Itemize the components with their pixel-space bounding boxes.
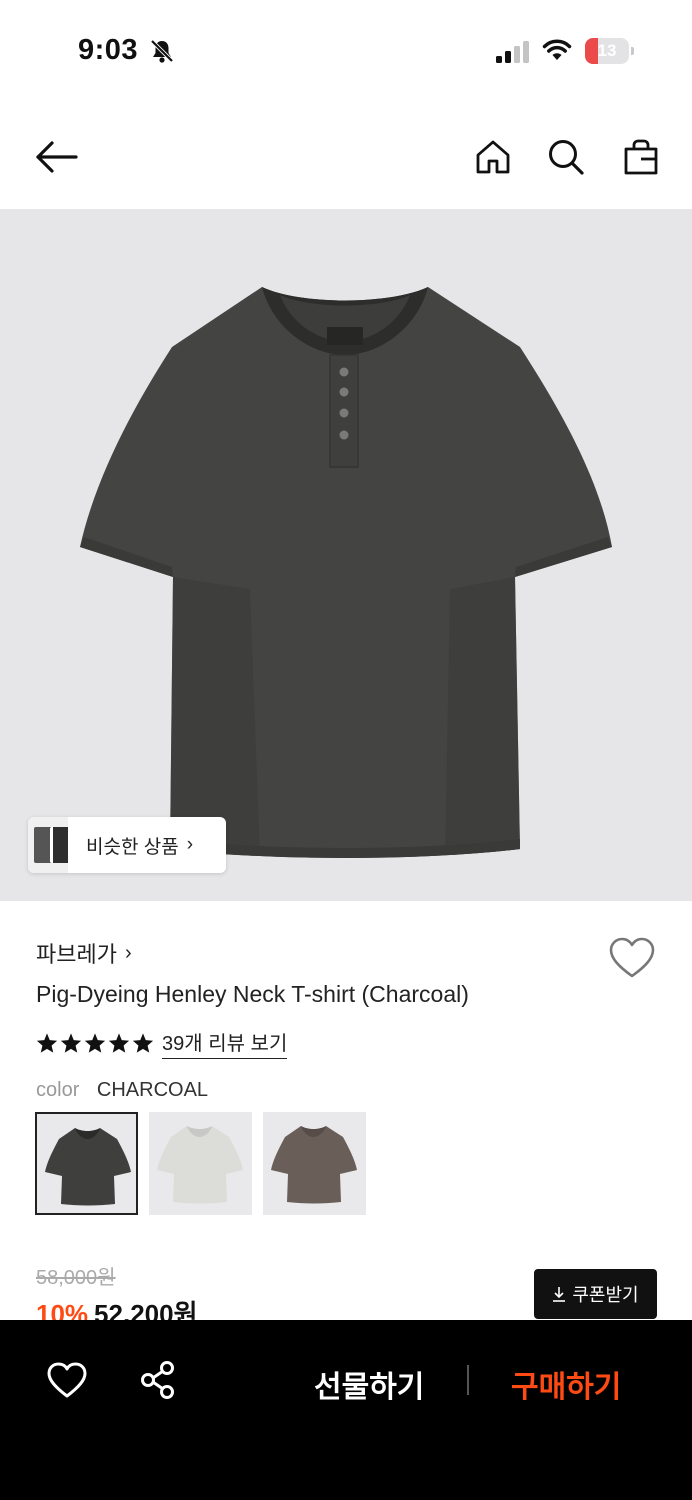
similar-products-button[interactable]: 비슷한 상품 › [28,817,226,873]
divider [467,1365,469,1395]
gift-button[interactable]: 선물하기 [314,1362,424,1406]
rating-stars [36,1032,154,1054]
signal-icon [496,41,529,63]
share-icon[interactable] [138,1360,178,1400]
swatch-brown[interactable] [263,1112,366,1215]
status-time: 9:03 [78,34,139,66]
shopping-bag-icon [624,139,658,175]
download-icon [553,1287,566,1302]
swatch-charcoal[interactable] [35,1112,138,1215]
bell-off-icon [150,39,174,63]
charcoal-henley-shirt-image [80,287,612,858]
bottom-action-bar: 선물하기 구매하기 [0,1320,692,1500]
battery-level: 13 [597,41,617,60]
back-button[interactable] [32,133,80,181]
top-nav [0,104,692,209]
chevron-right-icon: › [124,941,132,964]
brand-name: 파브레가 [36,942,117,967]
original-price: 58,000원 [36,1267,116,1289]
similar-products-label: 비슷한 상품 [86,836,179,858]
coupon-button[interactable]: 쿠폰받기 [534,1269,657,1319]
home-button[interactable] [469,133,517,181]
rating-row: 39개 리뷰 보기 [36,1027,288,1059]
color-value: CHARCOAL [96,1079,209,1101]
similar-products-thumbnail [28,817,68,873]
star-icon [36,1033,58,1053]
wishlist-heart-icon[interactable] [608,936,656,980]
star-icon [60,1033,82,1053]
battery-icon: 13 [585,38,635,64]
product-title: Pig-Dyeing Henley Neck T-shirt (Charcoal… [36,981,469,1007]
color-swatches [35,1112,366,1215]
star-icon [84,1033,106,1053]
home-icon [476,140,510,174]
search-icon [549,140,584,175]
buy-button[interactable]: 구매하기 [511,1362,621,1406]
coupon-label: 쿠폰받기 [572,1285,639,1305]
product-image[interactable] [0,209,692,901]
star-icon [132,1033,154,1053]
swatch-ivory[interactable] [149,1112,252,1215]
heart-icon[interactable] [46,1361,88,1399]
cart-button[interactable] [617,133,665,181]
chevron-right-icon: › [186,834,194,855]
review-link[interactable]: 39개 리뷰 보기 [162,1027,288,1059]
status-bar: 9:03 13 [0,0,692,104]
wifi-icon [542,39,572,60]
brand-link[interactable]: 파브레가 › [36,937,132,969]
back-arrow-icon [36,141,78,173]
color-key: color [36,1079,80,1101]
search-button[interactable] [542,133,590,181]
color-row: color CHARCOAL [36,1079,208,1102]
star-icon [108,1033,130,1053]
